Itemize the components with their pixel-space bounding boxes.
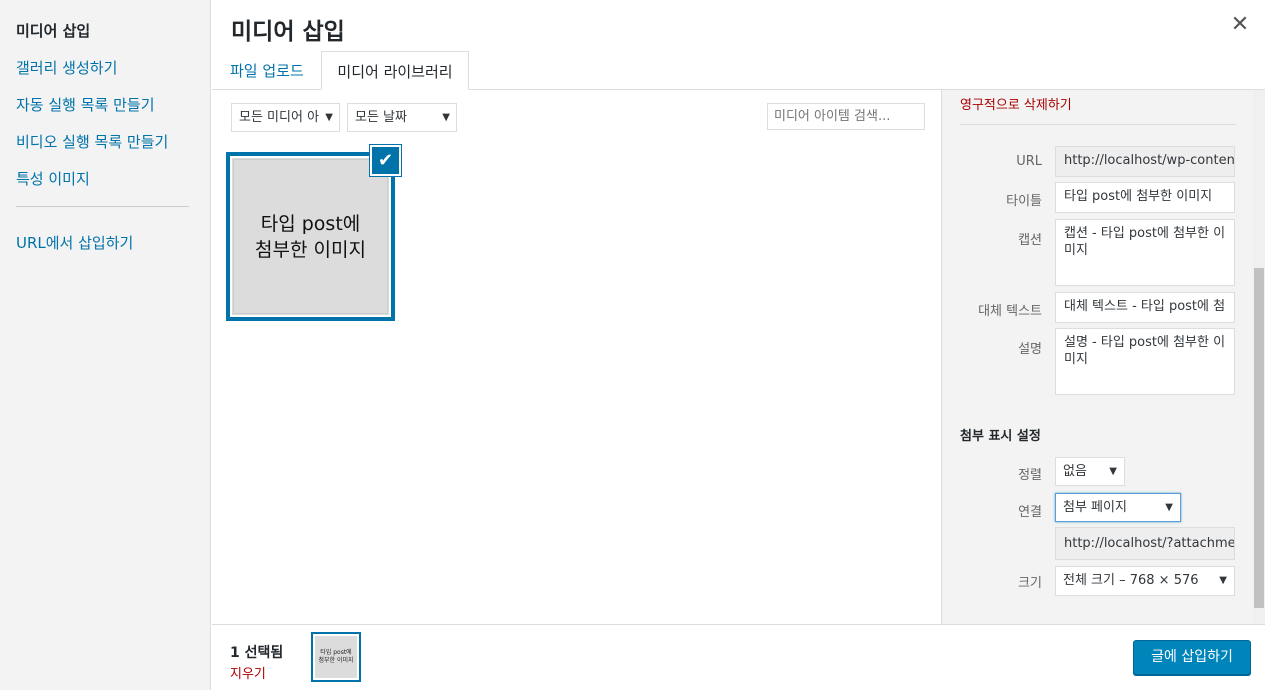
media-toolbar-footer bbox=[212, 624, 1265, 690]
attachment-title-line2: 첨부한 이미지 bbox=[255, 238, 366, 261]
media-search-input[interactable] bbox=[767, 103, 925, 130]
caret-down-icon: ▼ bbox=[325, 112, 333, 123]
alignment-value: 없음 bbox=[1063, 464, 1087, 479]
caret-down-icon: ▼ bbox=[1165, 502, 1173, 513]
link-to-value: 첨부 페이지 bbox=[1063, 500, 1127, 515]
size-select[interactable]: 전체 크기 – 768 × 576 ▼ bbox=[1055, 566, 1235, 596]
alignment-label: 정렬 bbox=[1018, 468, 1042, 483]
media-type-filter[interactable]: 모든 미디어 아 ▼ bbox=[231, 103, 340, 132]
description-field[interactable]: 설명 - 타입 post에 첨부한 이미지 bbox=[1055, 328, 1235, 395]
caret-down-icon: ▼ bbox=[1219, 575, 1227, 586]
thumbnail-line1: 타입 post에 bbox=[320, 649, 352, 656]
url-label: URL bbox=[1016, 154, 1042, 169]
menu-item-create-video-playlist[interactable]: 비디오 실행 목록 만들기 bbox=[16, 131, 168, 152]
check-icon[interactable]: ✔ bbox=[370, 145, 401, 176]
selection-count: 1 선택됨 bbox=[230, 645, 284, 661]
date-filter[interactable]: 모든 날짜 ▼ bbox=[347, 103, 457, 132]
alt-text-field[interactable]: 대체 텍스트 - 타입 post에 첨 bbox=[1055, 292, 1235, 323]
title-field[interactable]: 타입 post에 첨부한 이미지 bbox=[1055, 182, 1235, 213]
thumbnail-line2: 첨부한 이미지 bbox=[318, 657, 354, 664]
media-modal: 미디어 삽입 갤러리 생성하기 자동 실행 목록 만들기 비디오 실행 목록 만… bbox=[0, 0, 1265, 690]
alt-text-label: 대체 텍스트 bbox=[978, 304, 1042, 319]
insert-into-post-button[interactable]: 글에 삽입하기 bbox=[1133, 640, 1251, 675]
title-label: 타이틀 bbox=[1006, 194, 1042, 209]
attachment-title-line1: 타입 post에 bbox=[260, 212, 361, 235]
caret-down-icon: ▼ bbox=[442, 112, 450, 123]
link-to-label: 연결 bbox=[1018, 505, 1042, 520]
size-value: 전체 크기 – 768 × 576 bbox=[1063, 573, 1199, 588]
attachment-tile[interactable]: 타입 post에 첨부한 이미지 bbox=[226, 152, 395, 321]
tab-media-library[interactable]: 미디어 라이브러리 bbox=[321, 51, 469, 90]
menu-item-insert-media[interactable]: 미디어 삽입 bbox=[16, 20, 90, 41]
page-title: 미디어 삽입 bbox=[231, 19, 345, 45]
caption-field[interactable]: 캡션 - 타입 post에 첨부한 이미지 bbox=[1055, 219, 1235, 286]
description-label: 설명 bbox=[1018, 342, 1042, 357]
link-url-field[interactable]: http://localhost/?attachmen bbox=[1055, 527, 1235, 560]
size-label: 크기 bbox=[1018, 576, 1042, 591]
url-field[interactable]: http://localhost/wp-content bbox=[1055, 146, 1235, 177]
delete-permanently-link[interactable]: 영구적으로 삭제하기 bbox=[960, 94, 1072, 113]
media-menu: 미디어 삽입 갤러리 생성하기 자동 실행 목록 만들기 비디오 실행 목록 만… bbox=[0, 0, 211, 690]
link-to-select[interactable]: 첨부 페이지 ▼ bbox=[1055, 493, 1181, 522]
menu-item-featured-image[interactable]: 특성 이미지 bbox=[16, 168, 90, 189]
sidebar-separator bbox=[960, 124, 1236, 125]
menu-item-create-playlist[interactable]: 자동 실행 목록 만들기 bbox=[16, 94, 155, 115]
caret-down-icon: ▼ bbox=[1109, 466, 1117, 477]
media-type-filter-value: 모든 미디어 아 bbox=[239, 110, 320, 125]
menu-item-insert-from-url[interactable]: URL에서 삽입하기 bbox=[16, 232, 133, 253]
menu-item-create-gallery[interactable]: 갤러리 생성하기 bbox=[16, 57, 117, 78]
tab-upload-files[interactable]: 파일 업로드 bbox=[218, 51, 316, 90]
close-icon[interactable]: ✕ bbox=[1226, 12, 1254, 40]
selected-thumbnail[interactable]: 타입 post에 첨부한 이미지 bbox=[311, 632, 361, 682]
attachment-preview: 타입 post에 첨부한 이미지 bbox=[233, 159, 388, 314]
display-settings-heading: 첨부 표시 설정 bbox=[960, 429, 1041, 444]
menu-separator bbox=[16, 206, 189, 207]
alignment-select[interactable]: 없음 ▼ bbox=[1055, 457, 1125, 486]
date-filter-value: 모든 날짜 bbox=[355, 110, 407, 125]
clear-selection-link[interactable]: 지우기 bbox=[230, 663, 266, 682]
sidebar-scrollbar-thumb[interactable] bbox=[1254, 268, 1264, 608]
caption-label: 캡션 bbox=[1018, 233, 1042, 248]
